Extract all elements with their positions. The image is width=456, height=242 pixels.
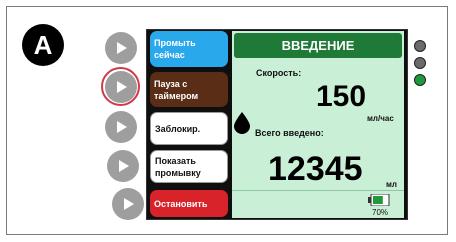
battery-icon (368, 194, 390, 206)
speed-label: Скорость: (256, 68, 302, 78)
lock-button[interactable]: Заблокир. (150, 112, 228, 145)
play-icon (124, 198, 134, 210)
screen-title: ВВЕДЕНИЕ (234, 33, 402, 58)
total-unit: мл (386, 180, 397, 189)
play-icon (117, 121, 127, 133)
total-value: 12345 (268, 150, 363, 188)
lock-label: Заблокир. (155, 123, 201, 134)
pause-timer-button[interactable]: Пауза с таймером (150, 72, 228, 107)
show-flush-label: Показать промывку (155, 155, 201, 178)
side-key-3[interactable] (105, 111, 137, 143)
highlight-ring (101, 67, 140, 106)
battery-percent: 70% (372, 208, 389, 217)
side-key-5[interactable] (112, 188, 144, 220)
flush-now-label: Промыть сейчас (154, 38, 196, 60)
total-label: Всего введено: (255, 128, 324, 138)
stop-button[interactable]: Остановить (150, 190, 228, 217)
speed-unit: мл/час (367, 114, 394, 123)
flush-now-button[interactable]: Промыть сейчас (150, 31, 228, 67)
play-icon (119, 160, 129, 172)
indicator-light-1 (414, 40, 426, 52)
divider (232, 190, 404, 191)
pause-timer-label: Пауза с таймером (154, 78, 199, 101)
side-key-4[interactable] (107, 150, 139, 182)
side-key-1[interactable] (105, 32, 137, 64)
speed-value: 150 (316, 80, 367, 113)
badge-letter: A (33, 29, 53, 60)
play-icon (117, 42, 127, 54)
show-flush-button[interactable]: Показать промывку (150, 150, 228, 183)
label-badge: A (22, 24, 64, 66)
indicator-light-2 (414, 57, 426, 69)
drop-icon (234, 112, 250, 134)
stop-label: Остановить (154, 198, 208, 209)
indicator-light-3 (414, 74, 426, 86)
